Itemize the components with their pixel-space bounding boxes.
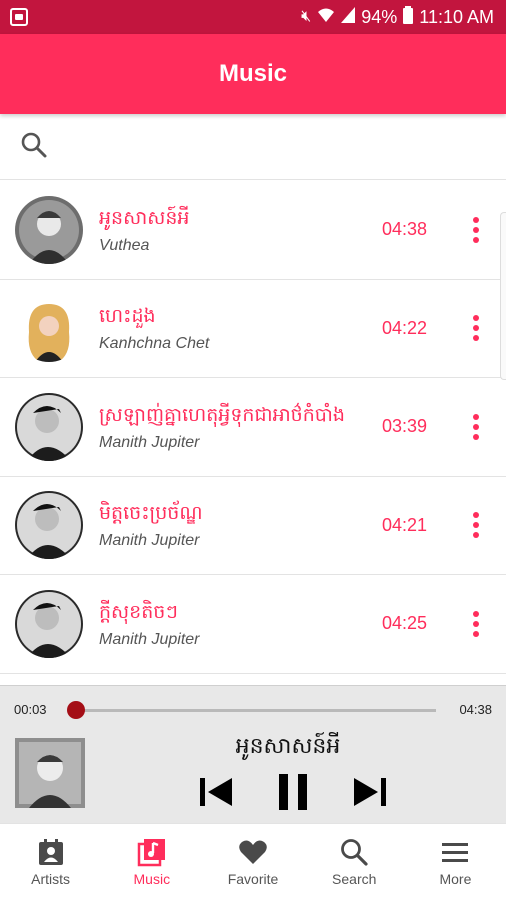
song-duration: 04:21 — [382, 514, 428, 535]
song-artist: Vuthea — [99, 236, 150, 254]
song-title: ក្ដីសុខតិចៗ — [99, 600, 178, 623]
search-input[interactable] — [58, 126, 506, 167]
song-list: អូនសាសន៍អី Vuthea 04:38 ហេះដួង Kanhchna … — [0, 181, 506, 674]
song-artist: Kanhchna Chet — [99, 335, 210, 353]
artists-icon — [36, 837, 66, 867]
battery-percent: 94% — [361, 6, 398, 27]
scroll-edge-handle[interactable] — [500, 212, 506, 380]
nav-label: Favorite — [227, 871, 279, 887]
artist-avatar — [15, 491, 83, 560]
search-icon — [339, 837, 369, 867]
previous-icon[interactable] — [198, 774, 234, 810]
song-row[interactable]: ក្ដីសុខតិចៗ Manith Jupiter 04:25 — [0, 575, 506, 674]
menu-icon — [440, 837, 470, 867]
album-cover[interactable] — [15, 738, 85, 808]
song-duration: 03:39 — [382, 416, 428, 437]
nav-search[interactable]: Search — [304, 824, 405, 900]
song-title: ហេះដួង — [99, 305, 156, 328]
more-options-icon[interactable] — [456, 397, 496, 457]
nav-favorite[interactable]: Favorite — [202, 824, 303, 900]
battery-icon — [403, 5, 414, 29]
more-options-icon[interactable] — [456, 594, 496, 654]
notification-app-icon — [10, 8, 28, 26]
total-time: 04:38 — [459, 702, 492, 717]
pause-icon[interactable] — [275, 772, 311, 812]
search-bar[interactable] — [0, 114, 506, 180]
song-duration: 04:22 — [382, 317, 428, 338]
song-title: មិត្តចេះប្រច័ណ្ឌ — [99, 502, 203, 525]
now-playing-title: អូនសាសន៍អី — [235, 734, 341, 759]
current-time: 00:03 — [14, 702, 47, 717]
song-duration: 04:38 — [382, 219, 428, 240]
page-title: Music — [218, 60, 287, 87]
playback-controls — [198, 772, 388, 812]
more-options-icon[interactable] — [456, 200, 496, 260]
music-library-icon — [137, 837, 167, 867]
nav-more[interactable]: More — [405, 824, 506, 900]
song-row[interactable]: ស្រឡាញ់គ្នាហេតុអ្វីទុកជាអាថ៌កំបាំង Manit… — [0, 378, 506, 477]
app-bar: Music — [0, 34, 506, 114]
song-artist: Manith Jupiter — [99, 630, 200, 648]
more-options-icon[interactable] — [456, 298, 496, 358]
song-duration: 04:25 — [382, 613, 428, 634]
song-artist: Manith Jupiter — [99, 532, 200, 550]
more-options-icon[interactable] — [456, 495, 496, 555]
progress-track[interactable] — [76, 709, 436, 712]
nav-label: Music — [133, 871, 171, 887]
search-icon[interactable] — [20, 131, 48, 163]
artist-avatar — [15, 589, 83, 658]
song-row[interactable]: អូនសាសន៍អី Vuthea 04:38 — [0, 181, 506, 280]
progress-thumb[interactable] — [67, 701, 85, 719]
bottom-navigation: Artists Music Favorite Search More — [0, 823, 506, 900]
clock: 11:10 AM — [419, 6, 494, 27]
wifi-icon — [317, 7, 335, 28]
heart-icon — [238, 837, 268, 867]
song-row[interactable]: មិត្តចេះប្រច័ណ្ឌ Manith Jupiter 04:21 — [0, 477, 506, 575]
nav-music[interactable]: Music — [101, 824, 202, 900]
mini-player: 00:03 04:38 អូនសាសន៍អី — [0, 685, 506, 823]
signal-icon — [341, 6, 356, 28]
song-title: ស្រឡាញ់គ្នាហេតុអ្វីទុកជាអាថ៌កំបាំង — [99, 403, 345, 426]
status-bar: 🔇︎ 94% 11:10 AM — [0, 0, 506, 34]
nav-label: Artists — [31, 871, 71, 887]
mute-icon: 🔇︎ — [301, 8, 312, 25]
nav-artists[interactable]: Artists — [0, 824, 101, 900]
artist-avatar — [15, 195, 83, 264]
nav-label: More — [439, 871, 472, 887]
song-row[interactable]: ហេះដួង Kanhchna Chet 04:22 — [0, 280, 506, 378]
artist-avatar — [15, 392, 83, 461]
next-icon[interactable] — [352, 774, 388, 810]
nav-label: Search — [332, 871, 377, 887]
song-artist: Manith Jupiter — [99, 433, 200, 451]
song-title: អូនសាសន៍អី — [99, 206, 190, 229]
artist-avatar — [15, 294, 83, 363]
